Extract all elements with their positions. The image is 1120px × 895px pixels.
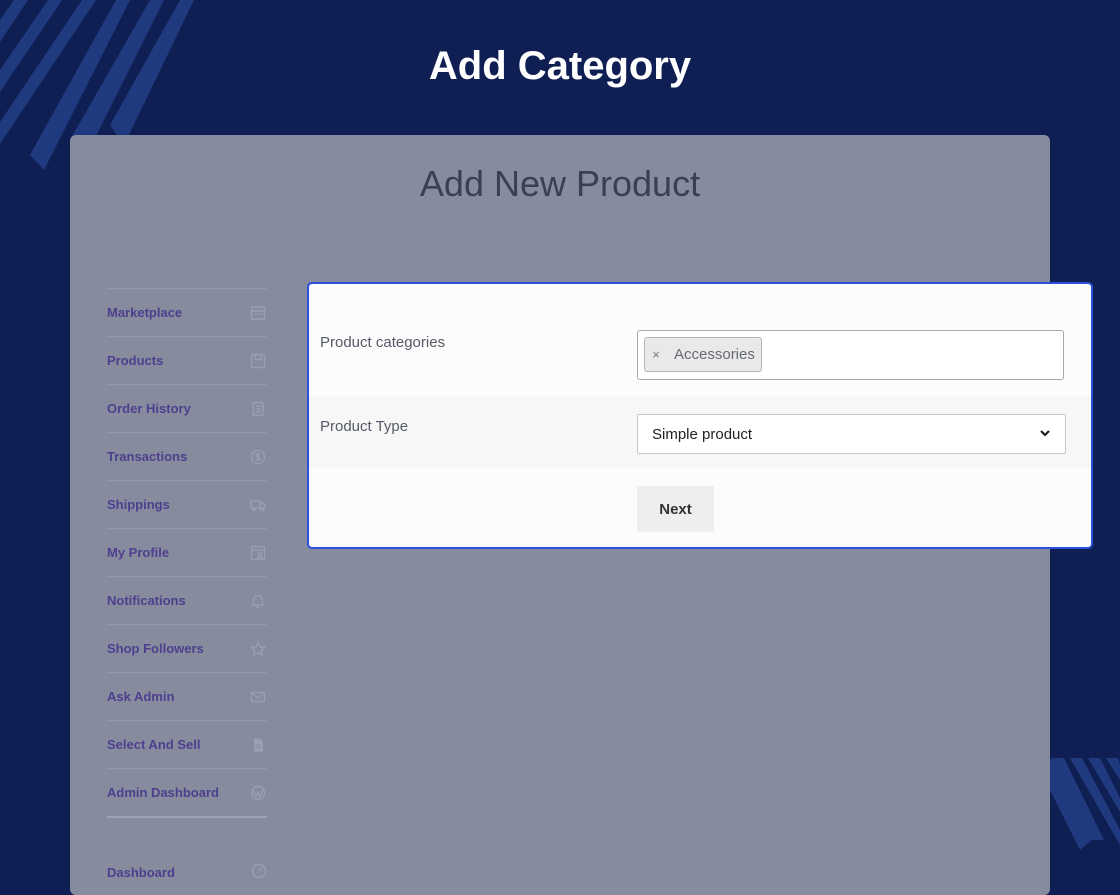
menu-item-label: Products [107, 353, 164, 368]
dollar-icon [249, 448, 267, 466]
menu-item-label: Notifications [107, 593, 186, 608]
product-type-label: Product Type [320, 418, 409, 435]
tag-remove-icon[interactable]: × [649, 347, 663, 362]
product-categories-label: Product categories [320, 334, 446, 351]
menu-item-order-history[interactable]: Order History [107, 385, 267, 433]
store-icon [249, 304, 267, 322]
product-type-value: Simple product [652, 425, 753, 443]
menu-item-transactions[interactable]: Transactions [107, 433, 267, 481]
menu-item-shop-followers[interactable]: Shop Followers [107, 625, 267, 673]
menu-item-label: Transactions [107, 449, 188, 464]
menu-item-admin-dashboard[interactable]: Admin Dashboard [107, 769, 267, 818]
chevron-down-icon [1039, 426, 1051, 443]
profile-icon [249, 544, 267, 562]
menu-item-shippings[interactable]: Shippings [107, 481, 267, 529]
category-tag-label: Accessories [674, 346, 755, 363]
product-categories-input[interactable]: × Accessories [637, 330, 1064, 380]
product-type-select[interactable]: Simple product [637, 414, 1066, 454]
menu-item-select-and-sell[interactable]: Select And Sell [107, 721, 267, 769]
menu-item-label: Select And Sell [107, 737, 201, 752]
menu-item-marketplace[interactable]: Marketplace [107, 289, 267, 337]
box-icon [249, 352, 267, 370]
category-tag: × Accessories [644, 337, 762, 372]
menu-item-products[interactable]: Products [107, 337, 267, 385]
menu-item-label: Shop Followers [107, 641, 204, 656]
decorative-stripes-bottom-right [1040, 750, 1120, 850]
wordpress-icon [249, 784, 267, 802]
menu-item-my-profile[interactable]: My Profile [107, 529, 267, 577]
menu-item-label: Shippings [107, 497, 170, 512]
menu-item-label: Dashboard [107, 865, 175, 880]
category-dialog: Product categories × Accessories Product… [307, 282, 1093, 549]
menu-item-notifications[interactable]: Notifications [107, 577, 267, 625]
menu-item-label: My Profile [107, 545, 170, 560]
menu-item-label: Order History [107, 401, 191, 416]
menu-item-label: Admin Dashboard [107, 785, 219, 800]
envelope-icon [249, 688, 267, 706]
menu-item-ask-admin[interactable]: Ask Admin [107, 673, 267, 721]
star-icon [249, 640, 267, 658]
menu-item-label: Ask Admin [107, 689, 175, 704]
menu-item-dashboard[interactable]: Dashboard [107, 863, 267, 882]
page-title: Add Category [428, 44, 692, 88]
next-button[interactable]: Next [637, 486, 714, 532]
menu-item-label: Marketplace [107, 305, 183, 320]
card-title: Add New Product [419, 163, 701, 204]
truck-icon [249, 496, 267, 514]
document-icon [249, 400, 267, 418]
file-icon [249, 736, 267, 754]
dashboard-icon [251, 863, 267, 882]
bell-icon [249, 592, 267, 610]
vendor-menu: Marketplace Products Order History Trans… [107, 288, 267, 818]
